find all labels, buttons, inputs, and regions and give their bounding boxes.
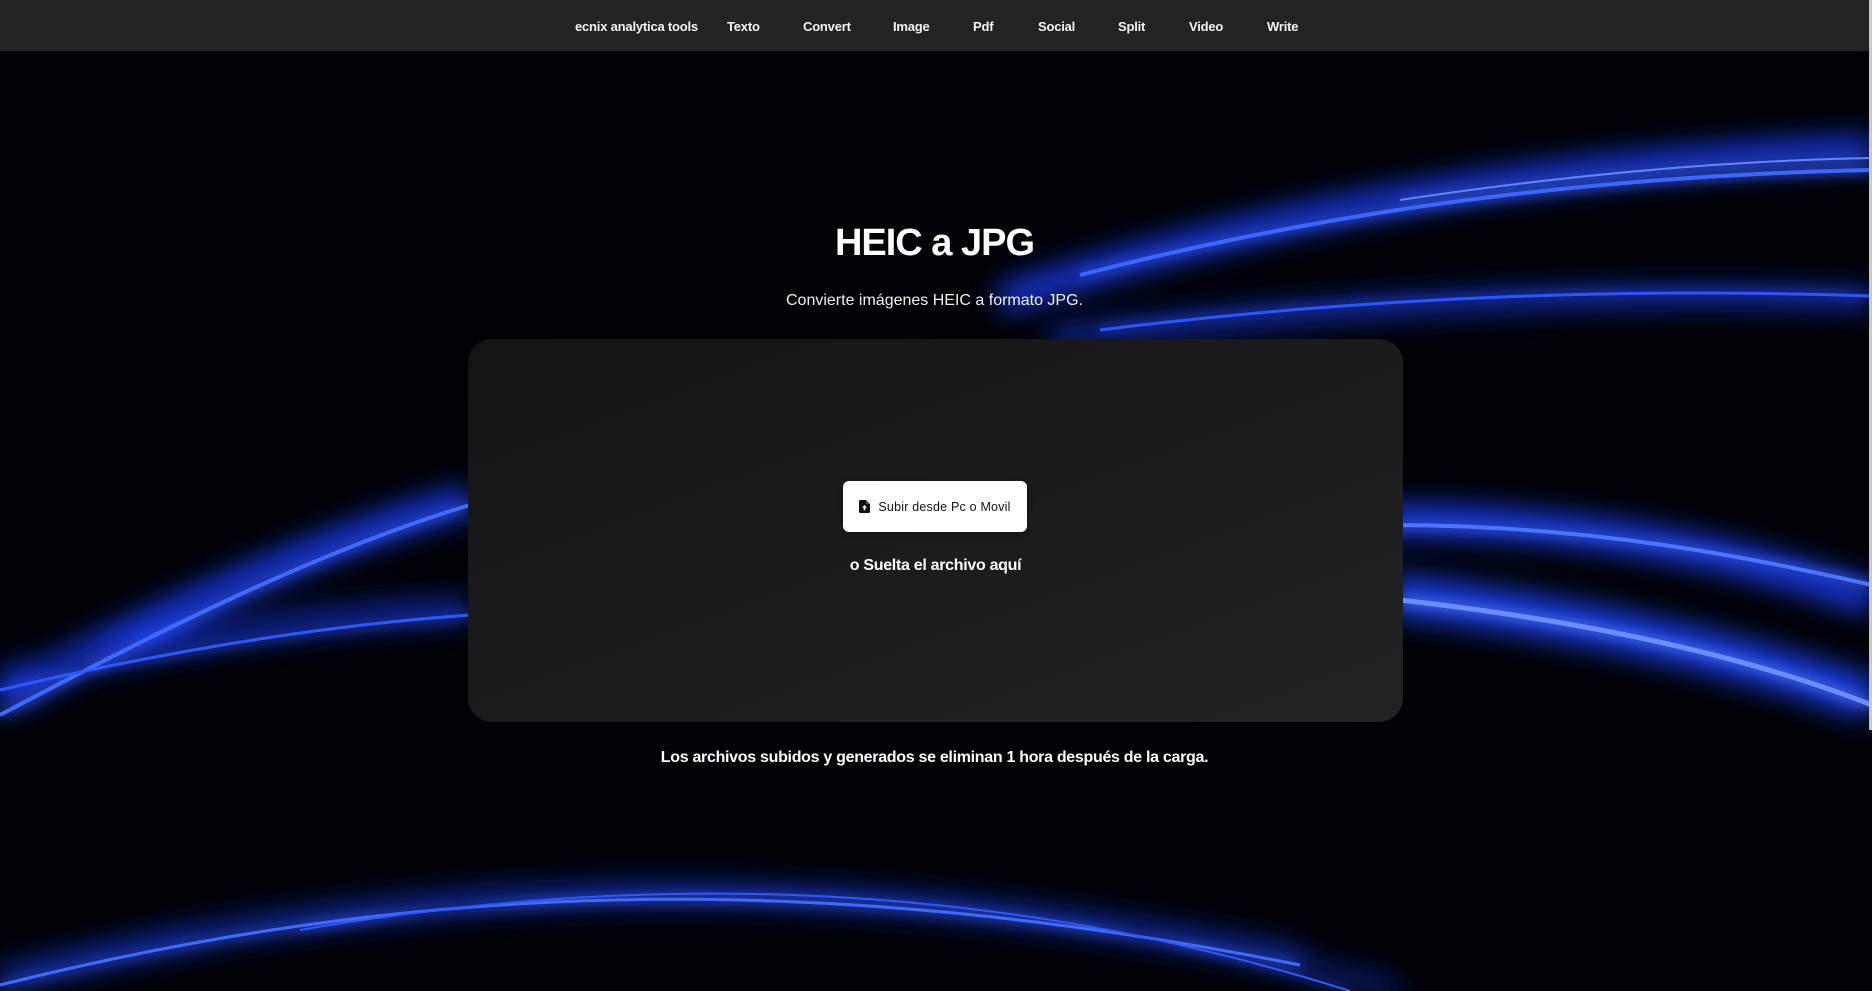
top-navigation: ecnix analytica tools Texto Convert Imag… bbox=[0, 0, 1869, 51]
nav-item-pdf[interactable]: Pdf bbox=[973, 0, 994, 51]
nav-item-convert[interactable]: Convert bbox=[803, 0, 851, 51]
nav-item-write[interactable]: Write bbox=[1267, 0, 1298, 51]
nav-brand[interactable]: ecnix analytica tools bbox=[575, 0, 698, 51]
nav-item-image[interactable]: Image bbox=[893, 0, 930, 51]
upload-button-label: Subir desde Pc o Movil bbox=[878, 499, 1011, 514]
page-subtitle: Convierte imágenes HEIC a formato JPG. bbox=[785, 292, 1083, 309]
file-upload-icon bbox=[859, 500, 871, 513]
page-title: HEIC a JPG bbox=[834, 222, 1035, 264]
file-dropzone[interactable]: Subir desde Pc o Movil o Suelta el archi… bbox=[468, 339, 1403, 722]
page: ecnix analytica tools Texto Convert Imag… bbox=[0, 0, 1872, 991]
nav-item-texto[interactable]: Texto bbox=[727, 0, 760, 51]
retention-note: Los archivos subidos y generados se elim… bbox=[660, 749, 1209, 766]
drop-hint: o Suelta el archivo aquí bbox=[849, 557, 1022, 574]
nav-item-split[interactable]: Split bbox=[1118, 0, 1145, 51]
nav-item-social[interactable]: Social bbox=[1038, 0, 1075, 51]
upload-button[interactable]: Subir desde Pc o Movil bbox=[843, 481, 1027, 532]
nav-item-video[interactable]: Video bbox=[1189, 0, 1223, 51]
